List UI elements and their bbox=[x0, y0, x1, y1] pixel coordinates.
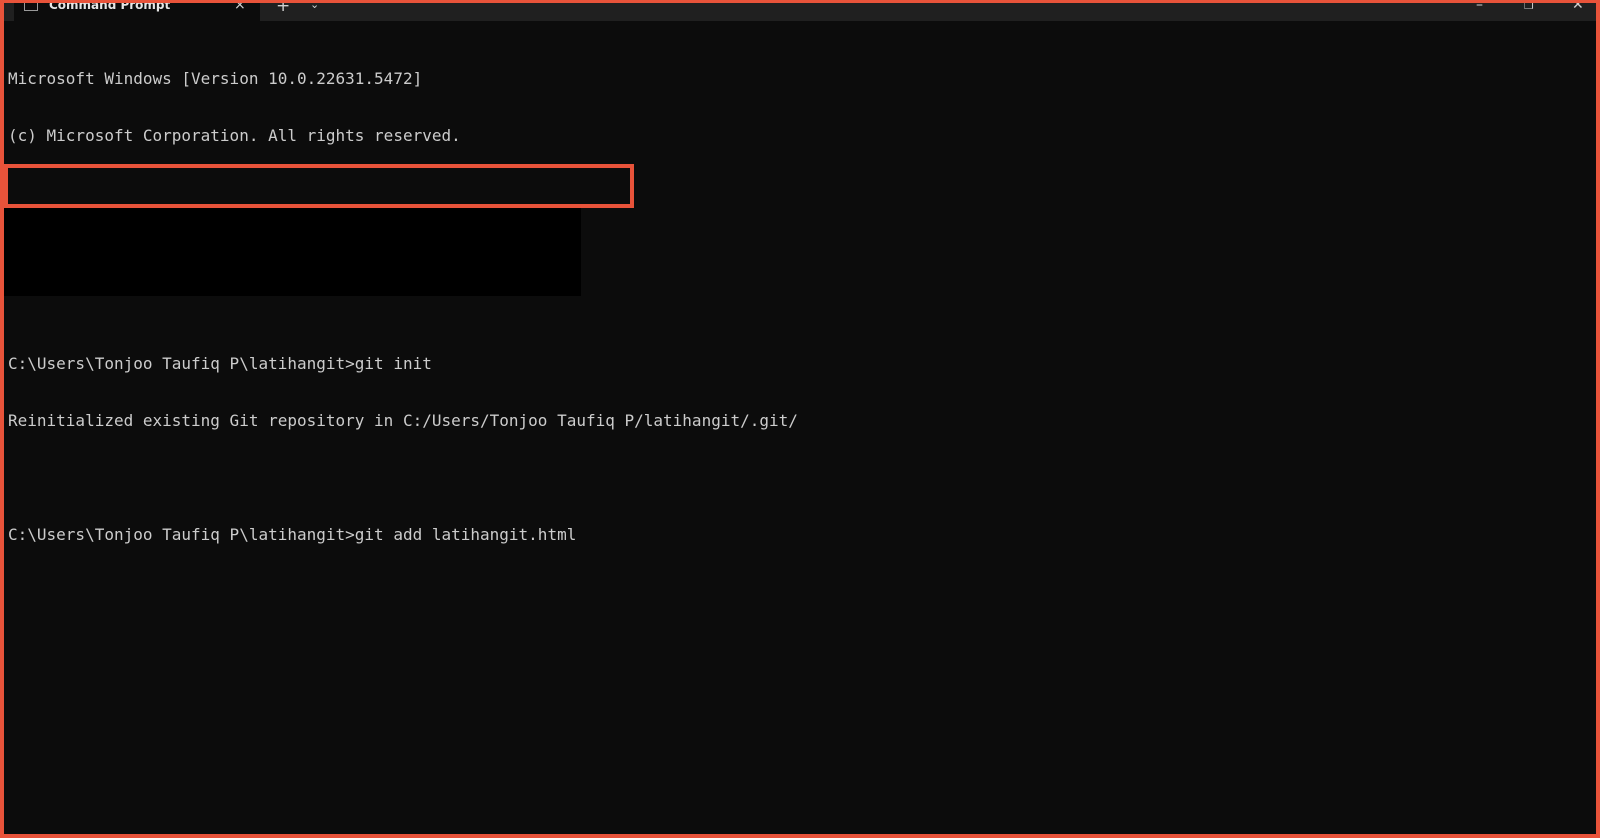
redacted-block bbox=[4, 208, 581, 296]
tab-title: Command Prompt bbox=[49, 0, 171, 12]
console-output[interactable]: Microsoft Windows [Version 10.0.22631.54… bbox=[8, 31, 1596, 582]
console-line: Microsoft Windows [Version 10.0.22631.54… bbox=[8, 69, 423, 88]
terminal-window: Command Prompt × + ⌄ – ❐ ✕ Microsoft Win… bbox=[0, 0, 1600, 838]
maximize-icon[interactable]: ❐ bbox=[1524, 3, 1534, 12]
terminal-icon bbox=[24, 3, 38, 11]
console-line: Reinitialized existing Git repository in… bbox=[8, 411, 798, 430]
tab-command-prompt[interactable]: Command Prompt × bbox=[14, 3, 260, 21]
console-line: (c) Microsoft Corporation. All rights re… bbox=[8, 126, 461, 145]
console-line: C:\Users\Tonjoo Taufiq P\latihangit>git … bbox=[8, 525, 577, 544]
console-line: C:\Users\Tonjoo Taufiq P\latihangit>git … bbox=[8, 354, 432, 373]
close-tab-icon[interactable]: × bbox=[234, 3, 246, 13]
close-window-icon[interactable]: ✕ bbox=[1572, 3, 1584, 13]
chevron-down-icon[interactable]: ⌄ bbox=[310, 3, 319, 11]
title-bar: Command Prompt × + ⌄ – ❐ ✕ bbox=[4, 3, 1596, 21]
minimize-icon[interactable]: – bbox=[1476, 3, 1483, 13]
new-tab-icon[interactable]: + bbox=[276, 3, 290, 16]
